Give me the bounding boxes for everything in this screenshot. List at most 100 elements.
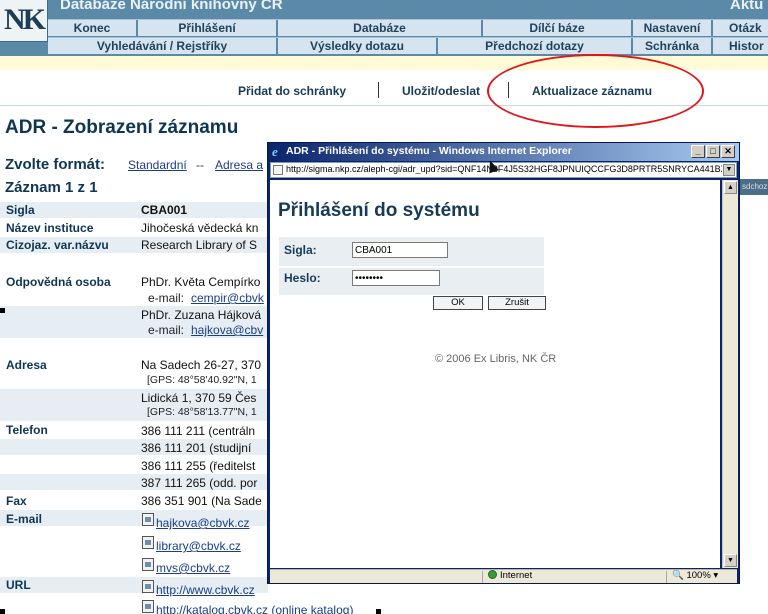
format-label: Zvolte formát: bbox=[5, 156, 106, 173]
sigla-label: Sigla: bbox=[284, 243, 317, 257]
zoom-control[interactable]: 🔍 100% ▾ bbox=[672, 570, 718, 581]
field-value: Research Library of S bbox=[141, 238, 258, 252]
chevron-down-icon[interactable]: ▼ bbox=[723, 164, 735, 176]
field-value: 387 111 265 (odd. por bbox=[141, 476, 258, 490]
scroll-up-icon[interactable]: ▲ bbox=[724, 181, 737, 194]
field-value: PhDr. Zuzana Hájková bbox=[141, 308, 262, 322]
page-title: ADR - Zobrazení záznamu bbox=[5, 117, 239, 138]
ie-icon: e bbox=[272, 144, 278, 159]
security-zone: Internet bbox=[488, 570, 532, 581]
field-label: Název instituce bbox=[6, 221, 94, 235]
nav-historie[interactable]: Histor bbox=[713, 38, 768, 55]
nav-predchozi[interactable]: Předchozí dotazy bbox=[438, 38, 633, 55]
field-value: 386 111 211 (centráln bbox=[141, 424, 256, 438]
login-popup-window[interactable]: e ADR - Přihlášení do systému - Windows … bbox=[267, 142, 740, 584]
email-link[interactable]: cempir@cbvk bbox=[191, 291, 267, 305]
field-value: 386 111 255 (ředitelst bbox=[141, 459, 256, 473]
zoom-level: 100% bbox=[686, 570, 711, 581]
site-title-right: Aktu bbox=[730, 0, 764, 13]
field-value: 386 351 901 (Na Sade bbox=[141, 494, 262, 508]
login-form: Sigla: Heslo: bbox=[279, 237, 544, 295]
globe-icon bbox=[488, 570, 497, 579]
format-adresa-link[interactable]: Adresa a bbox=[215, 158, 263, 172]
email-link[interactable]: mvs@cbvk.cz bbox=[156, 561, 230, 575]
email-icon bbox=[142, 513, 154, 526]
selection-handle bbox=[376, 609, 381, 614]
email-link[interactable]: hajkova@cbvk.cz bbox=[156, 516, 250, 530]
nav-konec[interactable]: Konec bbox=[48, 20, 138, 37]
nav-vysledky[interactable]: Výsledky dotazu bbox=[278, 38, 438, 55]
gps-coordinates: [GPS: 48°58'40.92"N, 1 bbox=[147, 374, 257, 386]
zone-label: Internet bbox=[500, 570, 533, 581]
field-label: Adresa bbox=[6, 358, 47, 372]
login-title: Přihlášení do systému bbox=[278, 200, 480, 221]
email-caption: e-mail: bbox=[148, 323, 185, 337]
link-icon bbox=[142, 580, 154, 593]
field-value: PhDr. Květa Cempírko bbox=[141, 275, 261, 289]
field-value: Na Sadech 26-27, 370 bbox=[141, 358, 262, 372]
popup-content: Přihlášení do systému Sigla: Heslo: OK Z… bbox=[270, 180, 720, 568]
link-icon bbox=[142, 600, 154, 613]
vertical-scrollbar[interactable]: ▲ ▼ bbox=[722, 180, 738, 568]
email-link[interactable]: hajkova@cbv bbox=[191, 323, 267, 337]
field-label: Cizojaz. var.názvu bbox=[6, 238, 109, 252]
nav-otazky[interactable]: Otázk bbox=[713, 20, 768, 37]
nav-row-1: Konec Přihlášení Databáze Dílčí báze Nas… bbox=[48, 19, 768, 37]
nav-vyhledavani[interactable]: Vyhledávání / Rejstříky bbox=[48, 38, 278, 55]
copyright-text: © 2006 Ex Libris, NK ČR bbox=[435, 353, 557, 365]
field-label: Telefon bbox=[6, 423, 48, 437]
field-value: 386 111 201 (studijní bbox=[141, 441, 252, 455]
field-value: Lidická 1, 370 59 Čes bbox=[141, 391, 257, 405]
nav-dilci-baze[interactable]: Dílčí báze bbox=[483, 20, 633, 37]
url-link[interactable]: http://www.cbvk.cz bbox=[156, 583, 255, 597]
ok-button[interactable]: OK bbox=[433, 296, 483, 310]
add-to-basket-link[interactable]: Přidat do schránky bbox=[238, 84, 346, 98]
close-button[interactable]: ✕ bbox=[721, 145, 735, 158]
popup-window-title: ADR - Přihlášení do systému - Windows In… bbox=[286, 145, 572, 157]
field-value: CBA001 bbox=[141, 203, 188, 217]
status-divider bbox=[666, 571, 667, 583]
email-caption: e-mail: bbox=[148, 291, 185, 305]
format-separator: -- bbox=[196, 158, 204, 172]
email-link[interactable]: library@cbvk.cz bbox=[156, 539, 241, 553]
nav-prihlaseni[interactable]: Přihlášení bbox=[138, 20, 278, 37]
password-input[interactable] bbox=[352, 270, 440, 286]
gps-coordinates: [GPS: 48°58'13.77"N, 1 bbox=[147, 406, 257, 418]
browser-page: NK Databáze Národní knihovny ČR Aktu Kon… bbox=[0, 0, 768, 614]
format-standard-link[interactable]: Standardní bbox=[128, 158, 187, 172]
selection-handle bbox=[0, 609, 5, 614]
heslo-label: Heslo: bbox=[284, 271, 321, 285]
address-url[interactable]: http://sigma.nkp.cz/aleph-cgi/adr_upd?si… bbox=[286, 164, 722, 174]
highlight-ellipse bbox=[487, 54, 704, 128]
field-label: Fax bbox=[6, 494, 27, 508]
cancel-button[interactable]: Zrušit bbox=[488, 296, 546, 310]
nav-row-2: Vyhledávání / Rejstříky Výsledky dotazu … bbox=[48, 37, 768, 55]
status-divider bbox=[482, 571, 483, 583]
save-send-link[interactable]: Uložit/odeslat bbox=[402, 84, 480, 98]
site-title: Databáze Národní knihovny ČR bbox=[60, 0, 283, 13]
maximize-button[interactable]: □ bbox=[706, 145, 720, 158]
nav-nastaveni[interactable]: Nastavení bbox=[633, 20, 713, 37]
background-edge-text: sdchoz bbox=[740, 179, 768, 195]
minimize-button[interactable]: _ bbox=[691, 145, 705, 158]
scroll-down-icon[interactable]: ▼ bbox=[724, 554, 737, 567]
nk-logo[interactable]: NK bbox=[0, 0, 48, 42]
selection-handle bbox=[0, 308, 5, 313]
address-bar[interactable]: http://sigma.nkp.cz/aleph-cgi/adr_upd?si… bbox=[270, 162, 737, 178]
field-value: Jihočeská vědecká kn bbox=[141, 221, 259, 235]
page-icon bbox=[273, 165, 283, 175]
form-divider bbox=[279, 266, 544, 268]
site-header: NK Databáze Národní knihovny ČR Aktu Kon… bbox=[0, 0, 768, 56]
field-label: E-mail bbox=[6, 512, 43, 526]
popup-titlebar[interactable]: e ADR - Přihlášení do systému - Windows … bbox=[268, 143, 739, 161]
status-bar: Internet 🔍 100% ▾ bbox=[270, 569, 737, 583]
nav-databaze[interactable]: Databáze bbox=[278, 20, 483, 37]
nav-schranka[interactable]: Schránka bbox=[633, 38, 713, 55]
email-icon bbox=[142, 558, 154, 571]
url-link[interactable]: http://katalog.cbvk.cz (online katalog) bbox=[156, 603, 353, 614]
field-label: Odpovědná osoba bbox=[6, 275, 111, 289]
record-counter: Záznam 1 z 1 bbox=[5, 179, 98, 196]
sigla-input[interactable] bbox=[352, 242, 448, 258]
email-icon bbox=[142, 536, 154, 549]
divider bbox=[378, 82, 379, 98]
